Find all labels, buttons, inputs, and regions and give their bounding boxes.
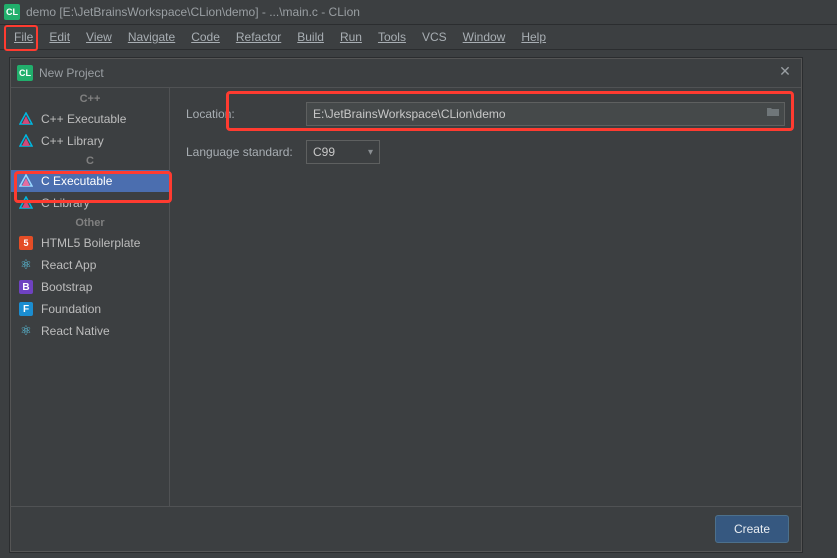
sidebar-item-label: C++ Library bbox=[41, 134, 104, 148]
title-bar: CL demo [E:\JetBrainsWorkspace\CLion\dem… bbox=[0, 0, 837, 25]
language-standard-row: Language standard: C99 ▾ bbox=[186, 140, 785, 164]
sidebar-item-label: C Executable bbox=[41, 174, 112, 188]
create-button-label: Create bbox=[734, 522, 770, 536]
menu-edit[interactable]: Edit bbox=[41, 25, 78, 49]
sidebar-item-label: Bootstrap bbox=[41, 280, 92, 294]
sidebar-item-label: C Library bbox=[41, 196, 90, 210]
sidebar-item-react-app[interactable]: ⚛ React App bbox=[11, 254, 169, 276]
new-project-dialog: CL New Project ✕ C++ C++ Executable C++ … bbox=[10, 58, 802, 552]
dialog-app-icon: CL bbox=[17, 65, 33, 81]
window-title: demo [E:\JetBrainsWorkspace\CLion\demo] … bbox=[26, 5, 360, 19]
menu-tools[interactable]: Tools bbox=[370, 25, 414, 49]
language-standard-value: C99 bbox=[313, 145, 335, 159]
menu-view[interactable]: View bbox=[78, 25, 120, 49]
language-standard-label: Language standard: bbox=[186, 145, 306, 159]
menu-navigate[interactable]: Navigate bbox=[120, 25, 183, 49]
sidebar-item-html5[interactable]: 5 HTML5 Boilerplate bbox=[11, 232, 169, 254]
react-icon: ⚛ bbox=[19, 258, 33, 272]
cpp-executable-icon bbox=[19, 112, 33, 126]
menu-bar: File Edit View Navigate Code Refactor Bu… bbox=[0, 25, 837, 50]
close-icon[interactable]: ✕ bbox=[777, 63, 793, 79]
dialog-footer: Create bbox=[11, 506, 801, 551]
sidebar-item-label: HTML5 Boilerplate bbox=[41, 236, 140, 250]
sidebar-item-bootstrap[interactable]: B Bootstrap bbox=[11, 276, 169, 298]
sidebar-item-react-native[interactable]: ⚛ React Native bbox=[11, 320, 169, 342]
menu-build[interactable]: Build bbox=[289, 25, 332, 49]
cpp-library-icon bbox=[19, 134, 33, 148]
react-native-icon: ⚛ bbox=[19, 324, 33, 338]
project-type-sidebar: C++ C++ Executable C++ Library C C Execu… bbox=[11, 88, 170, 506]
language-standard-select[interactable]: C99 ▾ bbox=[306, 140, 380, 164]
create-button[interactable]: Create bbox=[715, 515, 789, 543]
menu-window[interactable]: Window bbox=[455, 25, 514, 49]
app-icon: CL bbox=[4, 4, 20, 20]
location-label: Location: bbox=[186, 107, 306, 121]
sidebar-item-foundation[interactable]: F Foundation bbox=[11, 298, 169, 320]
menu-help[interactable]: Help bbox=[513, 25, 554, 49]
sidebar-item-label: C++ Executable bbox=[41, 112, 126, 126]
menu-code[interactable]: Code bbox=[183, 25, 228, 49]
location-input[interactable] bbox=[306, 102, 785, 126]
sidebar-heading-cpp: C++ bbox=[11, 90, 169, 108]
sidebar-item-label: React App bbox=[41, 258, 96, 272]
sidebar-item-c-executable[interactable]: C Executable bbox=[11, 170, 169, 192]
sidebar-heading-c: C bbox=[11, 152, 169, 170]
sidebar-item-cpp-library[interactable]: C++ Library bbox=[11, 130, 169, 152]
dialog-content: Location: Language standard: C99 ▾ bbox=[170, 88, 801, 506]
sidebar-item-label: React Native bbox=[41, 324, 110, 338]
sidebar-item-label: Foundation bbox=[41, 302, 101, 316]
location-row: Location: bbox=[186, 102, 785, 126]
c-executable-icon bbox=[19, 174, 33, 188]
html5-icon: 5 bbox=[19, 236, 33, 250]
menu-vcs[interactable]: VCS bbox=[414, 25, 455, 49]
chevron-down-icon: ▾ bbox=[368, 147, 373, 158]
dialog-title: New Project bbox=[39, 66, 104, 80]
c-library-icon bbox=[19, 196, 33, 210]
menu-file[interactable]: File bbox=[6, 25, 41, 49]
foundation-icon: F bbox=[19, 302, 33, 316]
sidebar-heading-other: Other bbox=[11, 214, 169, 232]
sidebar-item-cpp-executable[interactable]: C++ Executable bbox=[11, 108, 169, 130]
menu-run[interactable]: Run bbox=[332, 25, 370, 49]
menu-refactor[interactable]: Refactor bbox=[228, 25, 289, 49]
bootstrap-icon: B bbox=[19, 280, 33, 294]
dialog-title-bar: CL New Project ✕ bbox=[11, 59, 801, 88]
sidebar-item-c-library[interactable]: C Library bbox=[11, 192, 169, 214]
